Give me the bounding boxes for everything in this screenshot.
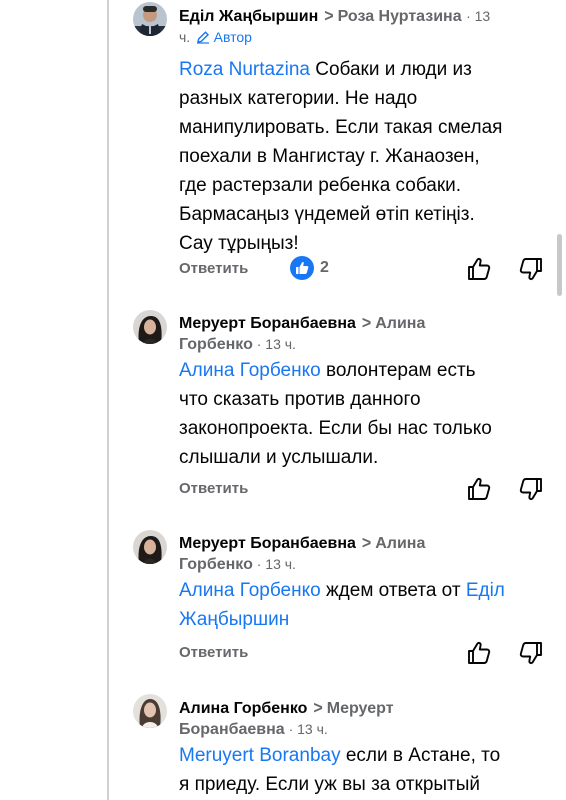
reply-button[interactable]: Ответить <box>179 644 248 661</box>
reply-target[interactable]: Алина <box>375 535 425 552</box>
comment-line: ждем ответа от <box>320 580 466 601</box>
avatar-photo-woman <box>133 694 167 728</box>
reply-target[interactable]: Боранбаевна <box>179 721 285 738</box>
comment-actions: Ответить 2 <box>179 254 544 284</box>
pencil-icon <box>196 31 209 44</box>
mention-link[interactable]: Roza Nurtazina <box>179 59 310 80</box>
avatar[interactable] <box>133 310 167 344</box>
comment-actions: Ответить <box>179 474 544 504</box>
like-icon[interactable] <box>466 256 492 282</box>
comment-header: Алина Горбенко > Меруерт Боранбаевна · 13 … <box>179 698 549 740</box>
reply-button[interactable]: Ответить <box>179 480 248 497</box>
comment-author[interactable]: Меруерт Боранбаевна <box>179 315 356 332</box>
scrollbar[interactable] <box>557 234 562 296</box>
mention-link[interactable]: Meruyert Boranbay <box>179 745 341 766</box>
dislike-icon[interactable] <box>518 476 544 502</box>
reaction-count: 2 <box>320 259 329 276</box>
comment-header: Еділ Жаңбыршин > Роза Нуртазина · 13 ч. Ав… <box>179 6 549 48</box>
comment-line: слышали и услышали. <box>179 447 379 468</box>
comment-text: Алина Горбенко ждем ответа от Еділ Жаңбы… <box>179 576 505 634</box>
avatar-photo-woman <box>133 310 167 344</box>
avatar-photo-man <box>133 2 167 36</box>
chevron-right-icon: > <box>361 314 372 333</box>
like-icon[interactable] <box>466 476 492 502</box>
comment-actions: Ответить <box>179 638 544 668</box>
comment-line: Сау тұрыңыз! <box>179 233 299 254</box>
mention-link[interactable]: Еділ <box>466 580 505 601</box>
avatar[interactable] <box>133 530 167 564</box>
like-reaction-icon <box>290 256 314 280</box>
dislike-icon[interactable] <box>518 256 544 282</box>
chevron-right-icon: > <box>313 699 323 718</box>
reply-target[interactable]: Горбенко <box>179 556 253 573</box>
comment-line: если в Астане, то <box>340 745 501 766</box>
reply-target[interactable]: Горбенко <box>179 336 253 353</box>
comment-time-unit: ч. <box>179 29 191 45</box>
comment-author[interactable]: Алина Горбенко <box>179 700 307 717</box>
reply-target[interactable]: Алина <box>375 315 425 332</box>
comment-author[interactable]: Меруерт Боранбаевна <box>179 535 356 552</box>
avatar[interactable] <box>133 2 167 36</box>
comment-text: Алина Горбенко волонтерам есть что сказа… <box>179 356 492 472</box>
chevron-right-icon: > <box>324 7 334 26</box>
comment-text: Meruyert Boranbay если в Астане, то я пр… <box>179 741 500 799</box>
comment-header: Меруерт Боранбаевна > Алина Горбенко · 13 … <box>179 313 549 355</box>
comment-line: законопроекта. Если бы нас только <box>179 418 492 439</box>
comment-header: Меруерт Боранбаевна > Алина Горбенко · 13 … <box>179 533 549 575</box>
dislike-icon[interactable] <box>518 640 544 666</box>
mention-link[interactable]: Жаңбыршин <box>179 609 289 630</box>
comment-line: поехали в Мангистау г. Жанаозен, <box>179 146 480 167</box>
comment-time[interactable]: · 13 <box>466 8 490 24</box>
comment-line: что сказать против данного <box>179 389 421 410</box>
reply-target[interactable]: Меруерт <box>327 700 394 717</box>
comment-line: волонтерам есть <box>320 360 476 381</box>
reply-target[interactable]: Роза Нуртазина <box>338 8 462 25</box>
comment-time[interactable]: · 13 ч. <box>285 721 328 737</box>
reaction-summary[interactable]: 2 <box>290 254 329 282</box>
mention-link[interactable]: Алина Горбенко <box>179 580 321 601</box>
comment-line: Собаки и люди из <box>309 59 472 80</box>
like-icon[interactable] <box>466 640 492 666</box>
avatar-photo-woman <box>133 530 167 564</box>
mention-link[interactable]: Алина Горбенко <box>179 360 321 381</box>
comment-time[interactable]: · 13 ч. <box>253 556 296 572</box>
comment-line: Бармасаңыз үндемей өтіп кетіңіз. <box>179 204 475 225</box>
comment-line: разных категории. Не надо <box>179 88 418 109</box>
chevron-right-icon: > <box>361 534 372 553</box>
comment-line: где растерзали ребенка собаки. <box>179 175 462 196</box>
comment-time[interactable]: · 13 ч. <box>253 336 296 352</box>
author-badge-label: Автор <box>213 29 252 45</box>
author-badge: Автор <box>195 29 252 45</box>
reply-button[interactable]: Ответить <box>179 260 248 277</box>
comment-line: манипулировать. Если такая смелая <box>179 117 503 138</box>
avatar[interactable] <box>133 694 167 728</box>
comment-text: Roza Nurtazina Собаки и люди из разных к… <box>179 55 502 258</box>
comment-author[interactable]: Еділ Жаңбыршин <box>179 8 318 25</box>
thread-line <box>107 0 109 800</box>
comment-line: я приеду. Если уж вы за открытый <box>179 774 481 795</box>
